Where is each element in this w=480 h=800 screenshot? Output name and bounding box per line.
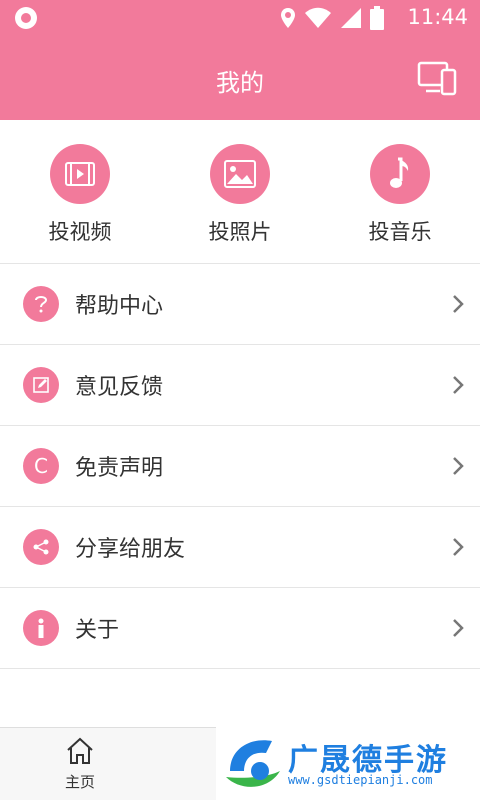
quick-action-label: 投照片 [208, 220, 272, 244]
quick-actions: 投视频 投照片 投音乐 [0, 120, 480, 264]
chevron-right-icon [453, 376, 464, 394]
menu-item-feedback[interactable]: 意见反馈 [0, 345, 480, 426]
quick-action-video[interactable]: 投视频 [20, 144, 140, 246]
notification-circle-icon [15, 7, 37, 29]
menu-item-share[interactable]: 分享给朋友 [0, 507, 480, 588]
quick-action-photo[interactable]: 投照片 [180, 144, 300, 246]
chevron-right-icon [453, 295, 464, 313]
chevron-right-icon [453, 538, 464, 556]
menu-item-label: 意见反馈 [75, 375, 164, 400]
menu-item-disclaimer[interactable]: C 免责声明 [0, 426, 480, 507]
watermark-url: www.gsdtiepianji.com [288, 773, 433, 787]
home-icon [67, 737, 93, 764]
signal-icon [341, 8, 361, 28]
copyright-icon: C [23, 448, 59, 484]
tab-home-label: 主页 [64, 773, 95, 791]
share-icon [23, 529, 59, 565]
quick-action-label: 投音乐 [368, 220, 432, 244]
tab-home[interactable]: 主页 [0, 728, 160, 800]
edit-icon [23, 367, 59, 403]
menu-list: 帮助中心 意见反馈 C 免责声明 分享给朋友 关于 [0, 264, 480, 669]
location-icon [281, 8, 295, 28]
photo-icon [210, 144, 270, 204]
page-title: 我的 [216, 69, 264, 97]
menu-item-label: 帮助中心 [75, 294, 164, 319]
wifi-icon [305, 7, 331, 28]
question-icon [23, 286, 59, 322]
video-icon [50, 144, 110, 204]
status-time: 11:44 [407, 5, 468, 29]
watermark-logo-icon [226, 740, 280, 787]
watermark: 广晟德手游 www.gsdtiepianji.com [216, 727, 480, 800]
devices-button[interactable] [416, 58, 460, 98]
chevron-right-icon [453, 619, 464, 637]
status-icons [280, 6, 384, 30]
quick-action-music[interactable]: 投音乐 [340, 144, 460, 246]
menu-item-about[interactable]: 关于 [0, 588, 480, 669]
app-header: 我的 [0, 36, 480, 120]
quick-action-label: 投视频 [48, 220, 112, 244]
menu-item-label: 关于 [75, 618, 120, 643]
battery-icon [370, 6, 384, 30]
music-note-icon [370, 144, 430, 204]
menu-item-help[interactable]: 帮助中心 [0, 264, 480, 345]
menu-item-label: 免责声明 [75, 456, 164, 481]
menu-item-label: 分享给朋友 [75, 537, 186, 562]
info-icon [23, 610, 59, 646]
chevron-right-icon [453, 457, 464, 475]
devices-icon [417, 61, 457, 96]
status-bar: 11:44 [0, 0, 480, 36]
